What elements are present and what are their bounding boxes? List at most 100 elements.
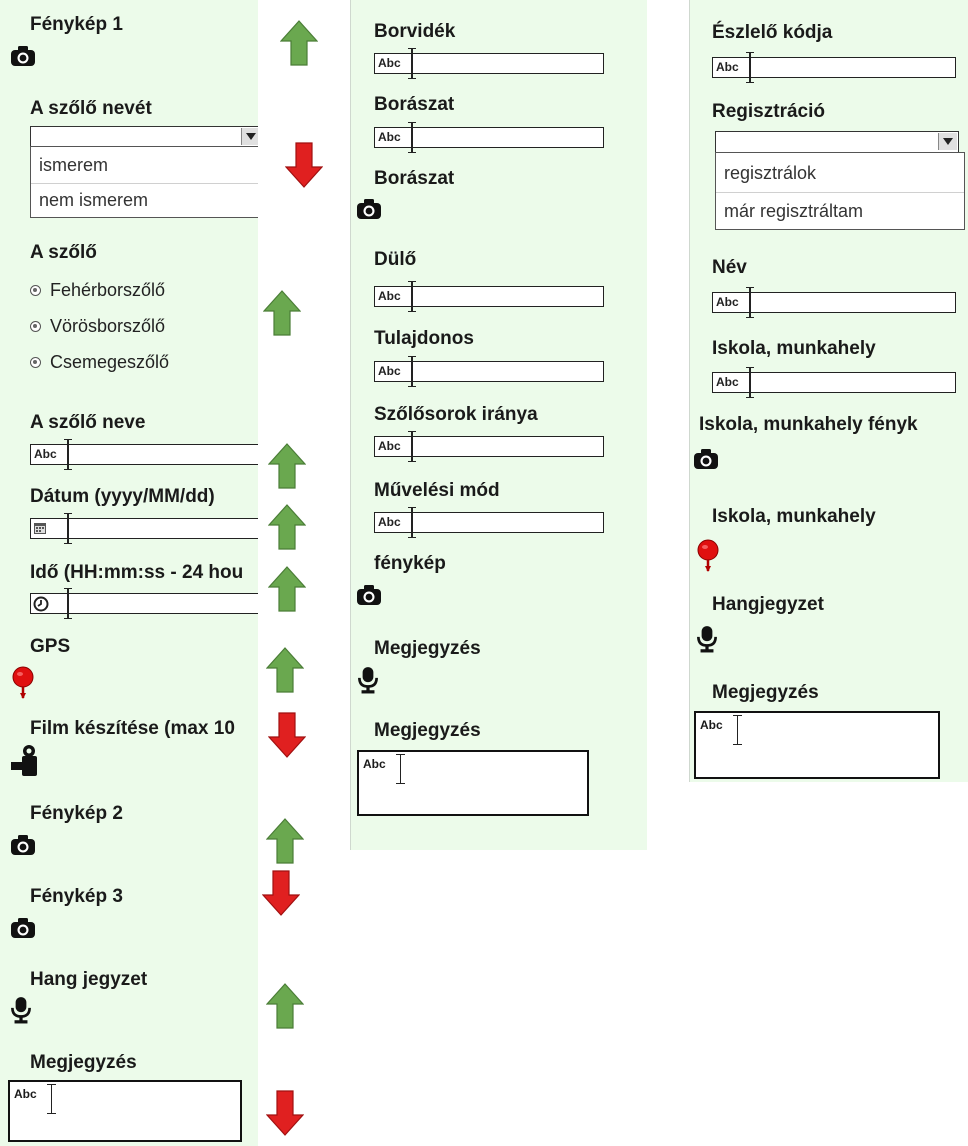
form-column-winery: Borvidék Abc Borászat Abc Borászat Dülő … — [350, 0, 647, 850]
form-column-observer: Észlelő kódja Abc Regisztráció regisztrá… — [689, 0, 968, 782]
arrow-up-icon[interactable] — [268, 443, 306, 489]
arrow-up-icon[interactable] — [266, 983, 304, 1029]
registration-select[interactable] — [715, 131, 959, 153]
arrow-down-icon[interactable] — [262, 870, 300, 916]
audio-label: Hangjegyzet — [712, 594, 824, 615]
audio-note-label: Megjegyzés — [374, 638, 481, 659]
text-cursor-icon — [64, 588, 72, 619]
radio-table-grape[interactable] — [30, 357, 41, 368]
vineyard-input[interactable]: Abc — [374, 281, 604, 312]
owner-input[interactable]: Abc — [374, 356, 604, 387]
video-camera-icon[interactable] — [10, 744, 38, 778]
grape-name-known-select[interactable] — [30, 126, 258, 148]
arrow-up-icon[interactable] — [266, 818, 304, 864]
text-cursor-icon — [408, 356, 416, 387]
map-pin-icon[interactable] — [10, 666, 36, 700]
camera-icon[interactable] — [356, 197, 382, 221]
field-placeholder: Abc — [34, 447, 57, 461]
calendar-icon[interactable] — [33, 521, 47, 535]
name-input[interactable]: Abc — [712, 287, 956, 318]
text-cursor-icon — [47, 1084, 56, 1114]
registration-label: Regisztráció — [712, 101, 825, 122]
dropdown-option-register[interactable]: regisztrálok — [724, 163, 816, 184]
note-textarea[interactable]: Abc — [694, 711, 940, 779]
map-pin-icon[interactable] — [695, 538, 721, 574]
field-placeholder: Abc — [378, 364, 401, 378]
field-placeholder: Abc — [378, 130, 401, 144]
text-cursor-icon — [408, 431, 416, 462]
field-placeholder: Abc — [716, 375, 739, 389]
grape-name-input[interactable]: Abc — [30, 439, 258, 470]
microphone-icon[interactable] — [357, 666, 379, 694]
chevron-down-icon[interactable] — [938, 133, 957, 150]
photo1-label: Fénykép 1 — [30, 14, 123, 35]
note-label: Megjegyzés — [712, 682, 819, 703]
clock-icon[interactable] — [33, 596, 49, 612]
dropdown-option-registered[interactable]: már regisztráltam — [724, 201, 863, 222]
grape-type-label: A szőlő — [30, 242, 97, 263]
camera-icon[interactable] — [10, 44, 36, 68]
date-input[interactable] — [30, 513, 258, 544]
arrow-up-icon[interactable] — [268, 566, 306, 612]
time-label: Idő (HH:mm:ss - 24 hou — [30, 562, 244, 583]
date-label: Dátum (yyyy/MM/dd) — [30, 486, 215, 507]
chevron-down-icon[interactable] — [241, 128, 258, 145]
photo-label: fénykép — [374, 553, 446, 574]
radio-white-grape[interactable] — [30, 285, 41, 296]
note-textarea[interactable]: Abc — [8, 1080, 242, 1142]
row-direction-input[interactable]: Abc — [374, 431, 604, 462]
arrow-up-icon[interactable] — [268, 504, 306, 550]
winery-photo-label: Borászat — [374, 168, 455, 189]
observer-code-input[interactable]: Abc — [712, 52, 956, 83]
grape-name-known-label: A szőlő nevét — [30, 98, 152, 119]
school-input[interactable]: Abc — [712, 367, 956, 398]
arrow-down-icon[interactable] — [266, 1090, 304, 1136]
field-placeholder: Abc — [363, 757, 386, 771]
camera-icon[interactable] — [10, 833, 36, 857]
owner-label: Tulajdonos — [374, 328, 474, 349]
school-photo-label: Iskola, munkahely fényk — [699, 414, 918, 435]
camera-icon[interactable] — [693, 447, 719, 471]
text-cursor-icon — [396, 754, 405, 784]
field-placeholder: Abc — [378, 439, 401, 453]
field-placeholder: Abc — [378, 515, 401, 529]
observer-code-label: Észlelő kódja — [712, 22, 833, 43]
field-placeholder: Abc — [378, 56, 401, 70]
dropdown-divider — [31, 183, 258, 184]
microphone-icon[interactable] — [10, 996, 32, 1024]
arrow-up-icon[interactable] — [263, 290, 301, 336]
text-cursor-icon — [733, 715, 742, 745]
field-placeholder: Abc — [14, 1087, 37, 1101]
arrow-up-icon[interactable] — [280, 20, 318, 66]
note-textarea[interactable]: Abc — [357, 750, 589, 816]
text-cursor-icon — [408, 122, 416, 153]
dropdown-option-unknown[interactable]: nem ismerem — [39, 190, 148, 211]
photo2-label: Fénykép 2 — [30, 803, 123, 824]
cultivation-input[interactable]: Abc — [374, 507, 604, 538]
arrow-up-icon[interactable] — [266, 647, 304, 693]
cultivation-label: Művelési mód — [374, 480, 500, 501]
row-direction-label: Szőlősorok iránya — [374, 404, 538, 425]
wine-region-label: Borvidék — [374, 21, 456, 42]
note-label: Megjegyzés — [374, 720, 481, 741]
camera-icon[interactable] — [10, 916, 36, 940]
radio-red-grape[interactable] — [30, 321, 41, 332]
radio-label-red-grape: Vörösborszőlő — [50, 316, 166, 336]
vineyard-label: Dülő — [374, 249, 417, 270]
radio-label-white-grape: Fehérborszőlő — [50, 280, 166, 300]
winery-input[interactable]: Abc — [374, 122, 604, 153]
microphone-icon[interactable] — [696, 625, 718, 653]
school-location-label: Iskola, munkahely — [712, 506, 876, 527]
time-input[interactable] — [30, 588, 258, 619]
arrow-down-icon[interactable] — [268, 712, 306, 758]
arrow-down-icon[interactable] — [285, 142, 323, 188]
wine-region-input[interactable]: Abc — [374, 48, 604, 79]
audio-label: Hang jegyzet — [30, 969, 148, 990]
camera-icon[interactable] — [356, 583, 382, 607]
winery-label: Borászat — [374, 94, 455, 115]
radio-label-table-grape: Csemegeszőlő — [50, 352, 170, 372]
gps-label: GPS — [30, 636, 71, 657]
photo3-label: Fénykép 3 — [30, 886, 123, 907]
dropdown-option-known[interactable]: ismerem — [39, 155, 108, 176]
text-cursor-icon — [64, 439, 72, 470]
